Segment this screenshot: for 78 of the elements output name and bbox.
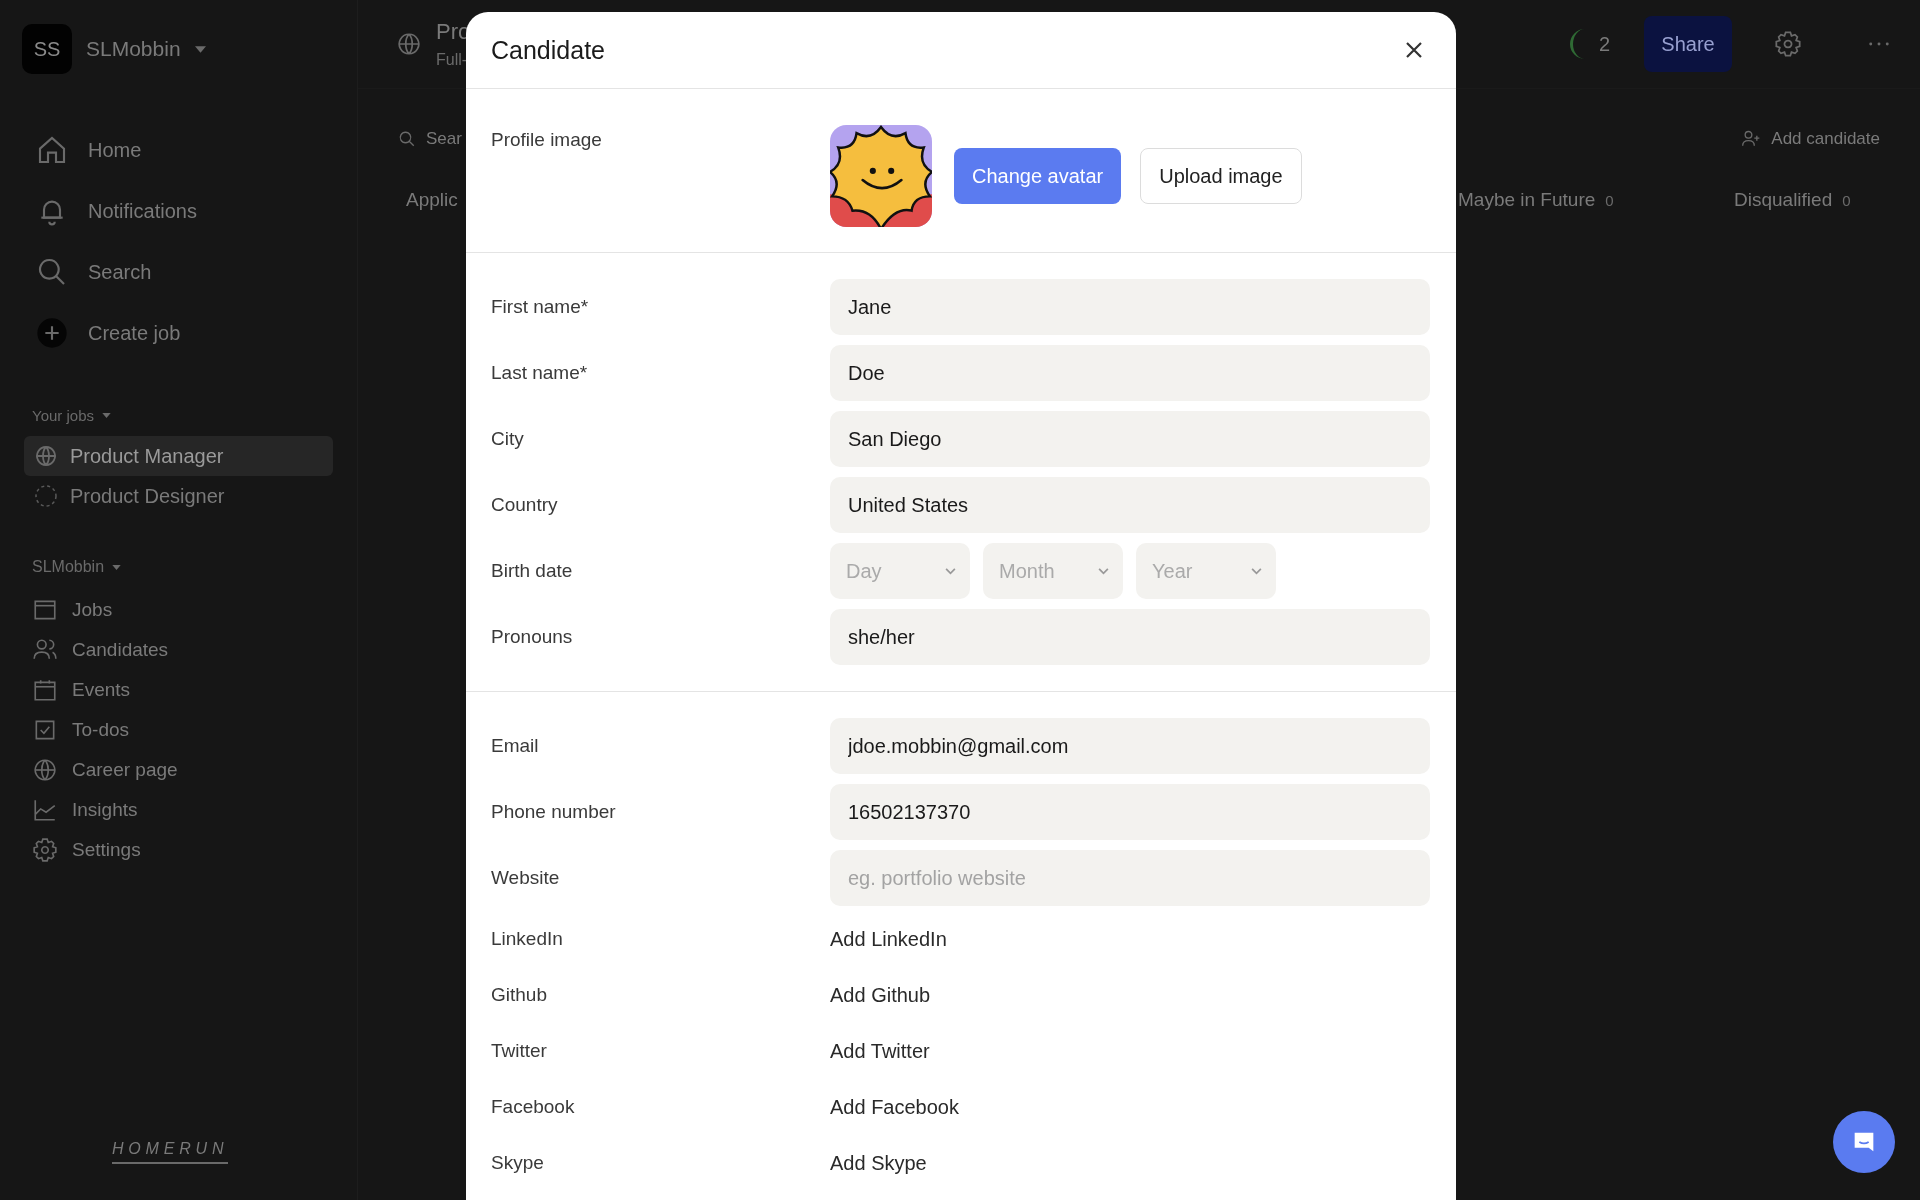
chevron-icon: [1098, 567, 1109, 575]
chevron-icon: [1251, 567, 1262, 575]
add-link[interactable]: Add Github: [830, 983, 931, 1007]
input-field[interactable]: she/her: [830, 609, 1430, 665]
add-link[interactable]: Add Facebook: [830, 1095, 959, 1119]
collaborator-count: 2: [1598, 32, 1610, 56]
stage-title: Maybe in Future: [1458, 189, 1596, 211]
field-label: Facebook: [491, 1096, 576, 1118]
dialog-title: Candidate: [491, 35, 605, 65]
add-candidate-button[interactable]: Add candidate: [1771, 129, 1880, 149]
more-icon[interactable]: [1868, 41, 1890, 47]
logo: HOMERUN: [112, 1140, 229, 1164]
nav-link[interactable]: Create job: [88, 321, 181, 345]
field-label: Phone number: [491, 801, 617, 823]
field-label: Email: [491, 735, 540, 757]
field-label: Github: [491, 984, 548, 1006]
field-label: Profile image: [491, 129, 603, 151]
field-label: Twitter: [491, 1040, 548, 1062]
nav-link[interactable]: Events: [72, 679, 131, 701]
section-title[interactable]: Your jobs: [32, 407, 94, 424]
field-label: First name*: [491, 296, 590, 318]
nav-link[interactable]: Settings: [72, 839, 141, 861]
stage-title: Disqualified: [1734, 189, 1833, 211]
nav-link[interactable]: Candidates: [72, 639, 169, 661]
add-link[interactable]: Add LinkedIn: [830, 927, 947, 951]
search-field[interactable]: Sear: [426, 129, 462, 149]
caret-icon: [102, 413, 111, 418]
nav-link[interactable]: Notifications: [88, 199, 197, 223]
add-link[interactable]: Add Skype: [830, 1151, 927, 1175]
add-link[interactable]: Add Twitter: [830, 1039, 930, 1063]
chevron-icon: [945, 567, 956, 575]
calendar-icon: [32, 677, 58, 703]
input-field[interactable]: Doe: [830, 345, 1430, 401]
nav-link[interactable]: To-dos: [72, 719, 130, 741]
nav-link[interactable]: Home: [88, 138, 142, 162]
input-field[interactable]: San Diego: [830, 411, 1430, 467]
close-icon: [1404, 40, 1424, 60]
input-field[interactable]: 16502137370: [830, 784, 1430, 840]
nav-link[interactable]: Insights: [72, 799, 138, 821]
org-avatar[interactable]: SS: [22, 24, 72, 74]
change-avatar-button[interactable]: Change avatar: [954, 148, 1122, 204]
home-icon: [36, 134, 68, 166]
org-switcher[interactable]: SLMobbin: [86, 37, 181, 61]
nav-link[interactable]: Career page: [72, 759, 178, 781]
upload-image-button[interactable]: Upload image: [1140, 148, 1302, 204]
section-title[interactable]: SLMobbin: [32, 558, 105, 576]
stage-count: 0: [1605, 191, 1614, 209]
input-field[interactable]: United States: [830, 477, 1430, 533]
search-icon: [398, 130, 416, 148]
nav-link[interactable]: Jobs: [72, 599, 113, 621]
caret-icon: [112, 564, 122, 570]
caret-icon: [194, 45, 206, 53]
field-label: Skype: [491, 1152, 545, 1174]
moon-icon: [1569, 29, 1585, 59]
field-label: Country: [491, 494, 559, 516]
job-item[interactable]: Product Manager: [24, 436, 333, 476]
settings-icon: [32, 837, 58, 863]
field-label: Birth date: [491, 560, 574, 582]
stage-count: 0: [1842, 191, 1851, 209]
input-field[interactable]: eg. portfolio website: [830, 850, 1430, 906]
stage-title: Applic: [406, 189, 458, 211]
settings-icon[interactable]: [1774, 30, 1802, 58]
input-field[interactable]: Jane: [830, 279, 1430, 335]
field-label: Pronouns: [491, 626, 574, 648]
nav-link[interactable]: Search: [88, 260, 152, 284]
globe-icon: [32, 757, 58, 783]
job-item[interactable]: Product Designer: [24, 476, 333, 516]
input-field[interactable]: jdoe.mobbin@gmail.com: [830, 718, 1430, 774]
plus-icon: [36, 317, 68, 349]
field-label: LinkedIn: [491, 928, 564, 950]
field-label: Last name*: [491, 362, 589, 384]
field-label: Website: [491, 867, 561, 889]
add-person-icon: [1741, 129, 1762, 149]
share-button[interactable]: Share: [1644, 16, 1732, 72]
job-subtitle: Full-: [436, 51, 469, 69]
field-label: City: [491, 428, 525, 450]
globe-icon: [396, 31, 422, 57]
line-chart-icon: [32, 797, 58, 823]
